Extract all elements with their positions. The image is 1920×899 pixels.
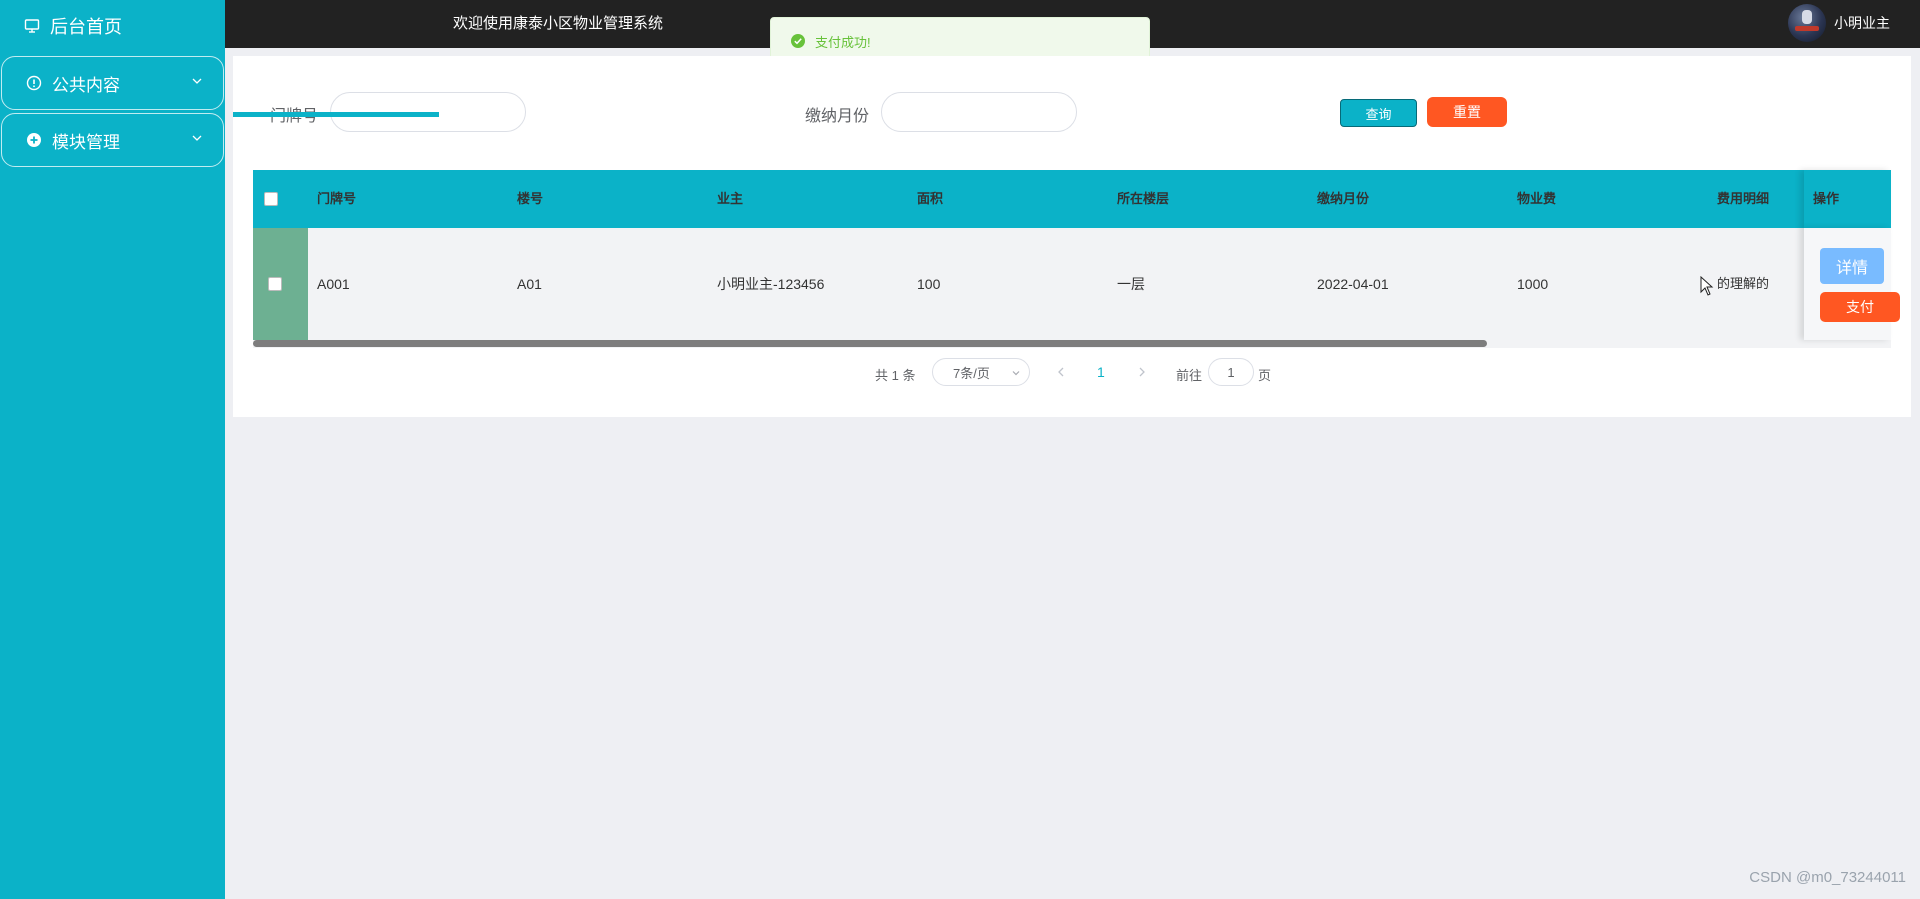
chevron-down-icon — [1012, 371, 1020, 376]
sidebar: 后台首页 公共内容 模块管理 — [0, 0, 225, 899]
actions-cell: 详情 支付 — [1804, 228, 1900, 340]
column-header-building[interactable]: 楼号 — [517, 170, 543, 228]
page-number-current[interactable]: 1 — [1097, 364, 1105, 380]
chevron-left-icon[interactable] — [1055, 366, 1067, 378]
query-button[interactable]: 查询 — [1340, 99, 1417, 127]
column-header-floor[interactable]: 所在楼层 — [1117, 170, 1169, 228]
column-header-area[interactable]: 面积 — [917, 170, 943, 228]
detail-button[interactable]: 详情 — [1820, 248, 1884, 284]
cell-area: 100 — [917, 276, 941, 292]
check-circle-icon — [791, 34, 805, 48]
total-count: 共 1 条 — [875, 368, 916, 383]
sidebar-menu-public-content[interactable]: 公共内容 — [1, 56, 224, 110]
cell-month: 2022-04-01 — [1317, 276, 1389, 292]
column-header-month[interactable]: 缴纳月份 — [1317, 170, 1369, 228]
page-size-value: 7条/页 — [953, 365, 990, 381]
sidebar-item-label: 后台首页 — [50, 17, 122, 37]
goto-label: 前往 — [1176, 368, 1203, 383]
page-suffix-label: 页 — [1258, 368, 1272, 383]
table-header: 门牌号 楼号 业主 面积 所在楼层 缴纳月份 物业费 费用明细 — [253, 170, 1891, 228]
chevron-right-icon[interactable] — [1136, 366, 1148, 378]
table-row[interactable]: A001 A01 小明业主-123456 100 一层 2022-04-01 1… — [253, 228, 1891, 340]
pay-button[interactable]: 支付 — [1820, 292, 1900, 322]
sidebar-item-home[interactable]: 后台首页 — [0, 0, 225, 52]
main-card: 门牌号 缴纳月份 查询 重置 门牌号 楼号 业主 面积 所在楼层 缴纳月份 物业… — [233, 56, 1911, 417]
sidebar-menu-label: 公共内容 — [52, 75, 120, 95]
page-size-select[interactable]: 7条/页 — [932, 358, 1030, 386]
horizontal-scrollbar[interactable] — [253, 340, 1487, 347]
reset-button[interactable]: 重置 — [1427, 97, 1507, 127]
cell-fee: 1000 — [1517, 276, 1549, 292]
user-menu[interactable]: 小明业主 — [1788, 2, 1890, 44]
select-all-checkbox[interactable] — [264, 192, 278, 206]
column-header-actions: 操作 — [1804, 170, 1891, 228]
column-header-owner[interactable]: 业主 — [717, 170, 743, 228]
chevron-down-icon — [192, 78, 202, 84]
chevron-down-icon — [192, 135, 202, 141]
toast-message: 支付成功! — [815, 34, 871, 50]
goto-page-input[interactable] — [1208, 358, 1254, 386]
watermark: CSDN @m0_73244011 — [1749, 869, 1906, 886]
row-select-cell — [253, 228, 308, 340]
column-header-door[interactable]: 门牌号 — [317, 170, 356, 228]
monitor-icon — [24, 19, 40, 33]
cell-floor: 一层 — [1117, 276, 1145, 292]
plus-circle-icon — [27, 133, 41, 147]
payment-month-input[interactable] — [881, 92, 1077, 132]
pagination: 共 1 条 7条/页 1 前往 页 — [233, 358, 1911, 388]
cell-detail: 的理解的 — [1717, 276, 1770, 291]
cell-owner: 小明业主-123456 — [717, 276, 825, 292]
column-header-detail[interactable]: 费用明细 — [1717, 170, 1769, 228]
sidebar-menu-module-management[interactable]: 模块管理 — [1, 113, 224, 167]
mouse-cursor-icon — [1700, 276, 1714, 296]
cell-door: A001 — [317, 276, 350, 292]
accent-bar — [233, 112, 439, 117]
info-circle-icon — [26, 75, 42, 91]
username: 小明业主 — [1834, 15, 1890, 31]
actions-column-fixed: 操作 详情 支付 — [1804, 170, 1900, 342]
payment-month-label: 缴纳月份 — [805, 108, 870, 125]
actions-header-label: 操作 — [1813, 191, 1840, 206]
cell-building: A01 — [517, 276, 542, 292]
row-checkbox[interactable] — [268, 277, 282, 291]
welcome-title: 欢迎使用康泰小区物业管理系统 — [453, 15, 664, 32]
column-header-fee[interactable]: 物业费 — [1517, 170, 1556, 228]
sidebar-menu-label: 模块管理 — [52, 132, 120, 152]
avatar[interactable] — [1788, 4, 1826, 42]
